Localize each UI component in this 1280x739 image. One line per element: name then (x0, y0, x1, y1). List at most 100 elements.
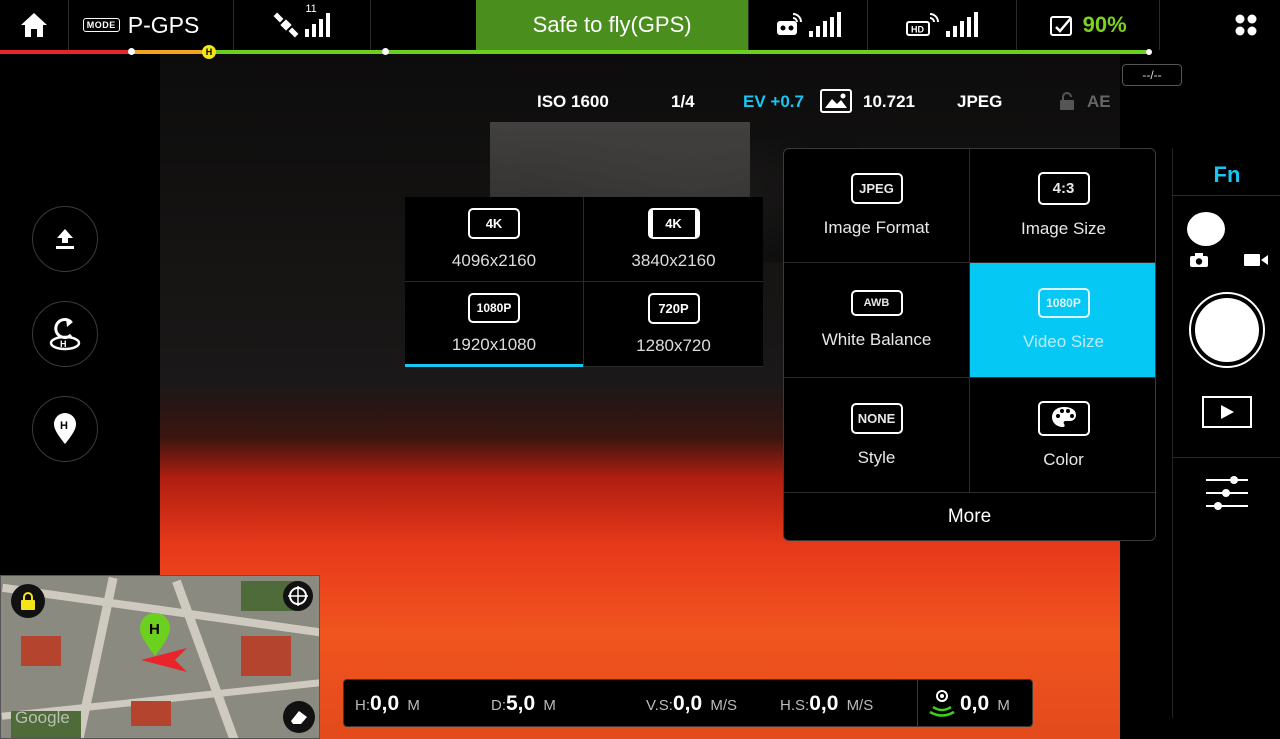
toggle-knob (1187, 212, 1225, 246)
resolution-badge: 720P (647, 292, 700, 324)
divider (1173, 457, 1280, 458)
battery-icon (1049, 16, 1072, 36)
resolution-label: 1280x720 (636, 335, 711, 355)
video-camera-icon (1244, 254, 1268, 266)
resolution-label: 3840x2160 (631, 250, 716, 270)
more-settings-button[interactable]: More (784, 493, 1155, 540)
style-setting[interactable]: NONE Style (784, 378, 970, 493)
flight-status-banner[interactable]: Safe to fly(GPS) (476, 0, 750, 50)
svg-text:H: H (149, 621, 160, 638)
battery-line-yellow (130, 50, 210, 54)
battery-threshold-dot (382, 48, 389, 55)
horizontal-speed-readout: H.S:0,0 M/S (780, 692, 873, 716)
remote-controller-signal[interactable] (749, 0, 868, 50)
vision-sensor-icon (929, 690, 955, 717)
battery-percent: 90% (1082, 12, 1127, 37)
distance-label: D: (491, 697, 506, 714)
rc-signal-bars (808, 12, 841, 37)
mode-value: P-GPS (127, 11, 200, 38)
grid-menu-icon (1235, 14, 1257, 36)
vps-unit: M (997, 697, 1010, 714)
svg-text:H: H (60, 420, 68, 432)
telemetry-divider (917, 680, 918, 726)
distance-unit: M (543, 697, 556, 714)
color-setting[interactable]: Color (970, 378, 1155, 493)
hs-unit: M/S (846, 697, 874, 714)
resolution-option[interactable]: 4K 3840x2160 (584, 197, 763, 282)
minimap[interactable]: H Google (0, 575, 320, 739)
mode-badge: MODE (82, 18, 120, 32)
setting-label: Color (1043, 449, 1084, 469)
setting-label: Image Size (1020, 219, 1107, 238)
resolution-option[interactable]: 4K 4096x2160 (405, 197, 584, 282)
resolution-label: 1920x1080 (451, 335, 537, 354)
telemetry-bar: H:0,0 M D:5,0 M V.S:0,0 M/S H.S:0,0 M/S … (343, 679, 1033, 727)
setting-label: Style (857, 447, 896, 467)
map-building (131, 701, 171, 726)
map-lock-button[interactable] (11, 584, 45, 618)
image-size-setting[interactable]: 4:3 Image Size (970, 149, 1155, 263)
shutter-inner (1195, 298, 1259, 362)
iso-value: ISO 1600 (537, 92, 609, 111)
flight-time-badge: --/-- (1122, 64, 1182, 86)
height-unit: M (407, 697, 420, 714)
camera-control-column: Fn (1172, 148, 1280, 718)
resolution-badge: 4K (647, 207, 700, 239)
ev-value: EV +0.7 (743, 92, 804, 111)
home-point-button[interactable]: H (32, 396, 98, 462)
video-size-setting[interactable]: 1080P Video Size (970, 263, 1155, 378)
flight-mode[interactable]: MODE P-GPS (69, 0, 234, 50)
setting-badge: JPEG (850, 173, 903, 204)
height-label: H: (355, 697, 370, 714)
gps-signal-bars (305, 13, 331, 37)
playback-button[interactable] (1202, 396, 1252, 428)
photo-video-toggle[interactable] (1173, 212, 1280, 272)
battery-end-dot (1146, 49, 1152, 55)
image-format-setting[interactable]: JPEG Image Format (784, 149, 970, 263)
height-readout: H:0,0 M (355, 692, 420, 716)
video-resolution-popup: 4K 4096x2160 4K 3840x2160 1080P 1920x108… (405, 197, 763, 367)
vs-value: 0,0 (672, 692, 703, 715)
resolution-option[interactable]: 720P 1280x720 (584, 282, 763, 367)
remaining-capacity: 10.721 (863, 92, 915, 111)
shutter-button[interactable] (1189, 292, 1265, 368)
battery-threshold-dot (128, 48, 135, 55)
home-point-icon: H (54, 413, 76, 444)
camera-settings-button[interactable] (1204, 474, 1250, 512)
battery-line-red (0, 50, 130, 54)
file-format: JPEG (957, 92, 1003, 111)
takeoff-button[interactable] (32, 206, 98, 272)
settings-menu-button[interactable] (1211, 0, 1280, 50)
divider (1173, 195, 1280, 196)
hd-link-icon: HD (905, 13, 939, 36)
resolution-label: 4096x2160 (451, 250, 537, 270)
map-building (21, 636, 61, 666)
resolution-option-selected[interactable]: 1080P 1920x1080 (405, 282, 584, 367)
vs-unit: M/S (710, 697, 738, 714)
ae-label[interactable]: AE (1087, 92, 1111, 112)
svg-text:H: H (60, 339, 67, 349)
video-link-signal[interactable]: HD (868, 0, 1017, 50)
white-balance-setting[interactable]: AWB White Balance (784, 263, 970, 378)
fn-button[interactable]: Fn (1173, 162, 1280, 188)
battery-status[interactable]: 90% (1017, 0, 1160, 50)
height-value: 0,0 (370, 692, 400, 715)
return-home-button[interactable]: H (32, 301, 98, 367)
map-watermark: Google (15, 708, 70, 727)
map-clear-button[interactable] (283, 701, 315, 733)
gps-status[interactable]: 11 (234, 0, 372, 50)
home-icon (20, 13, 47, 37)
aircraft-icon (141, 648, 187, 672)
top-status-bar: MODE P-GPS 11 Safe to fly(GPS) HD 90% (0, 0, 1280, 50)
setting-label: Image Format (823, 218, 930, 237)
ae-lock-icon[interactable] (1059, 92, 1075, 110)
return-home-icon: H (49, 318, 81, 351)
shutter-value: 1/4 (671, 92, 695, 111)
resolution-badge: 4K (468, 207, 520, 239)
home-button[interactable] (0, 0, 69, 50)
remote-controller-icon (776, 13, 802, 35)
map-center-button[interactable] (283, 581, 313, 611)
battery-line-green (210, 50, 1150, 54)
satellite-count: 11 (305, 3, 317, 15)
